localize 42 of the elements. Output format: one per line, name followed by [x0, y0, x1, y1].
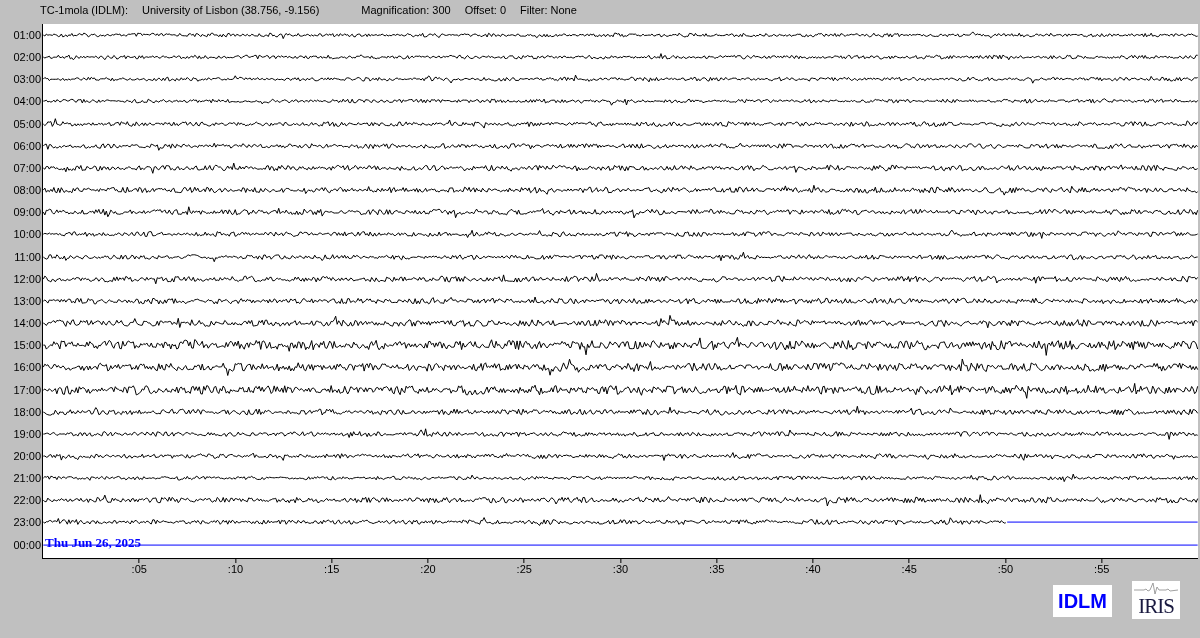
minute-tick-label: :30 [612, 563, 629, 576]
hour-label: 06:00 [12, 138, 42, 154]
filter-label: Filter: None [520, 4, 577, 16]
hour-label: 00:00 [12, 537, 42, 553]
minute-tick-label: :50 [997, 563, 1014, 576]
hour-label: 14:00 [12, 316, 42, 332]
minute-tick-label: :40 [805, 563, 821, 576]
offset-label: Offset: 0 [464, 4, 506, 16]
hour-label: 22:00 [12, 493, 42, 509]
minute-tick-label: :15 [324, 563, 340, 576]
station-location: University of Lisbon (38.756, -9.156) [142, 4, 320, 16]
hour-label: 13:00 [12, 293, 42, 309]
hour-label: 04:00 [12, 94, 42, 110]
hour-label: 02:00 [12, 50, 42, 66]
station-name: TC-1mola (IDLM): [40, 4, 128, 16]
minute-tick-label: :10 [227, 563, 244, 576]
hour-label: 20:00 [12, 448, 42, 464]
minute-tick-label: :25 [516, 563, 532, 576]
hour-label: 08:00 [12, 183, 42, 199]
network-logo: IDLM [1053, 585, 1112, 618]
minute-tick-label: :20 [420, 563, 436, 576]
minute-tick-label: :55 [1094, 563, 1110, 576]
hour-label: 23:00 [12, 515, 42, 531]
minute-tick-label: :45 [901, 563, 917, 576]
hour-label: 19:00 [12, 426, 42, 442]
hour-label: 03:00 [12, 72, 42, 88]
minute-tick-label: :05 [131, 563, 147, 576]
hour-label: 12:00 [12, 271, 42, 287]
hour-label: 10:00 [12, 227, 42, 243]
iris-logo: IRIS [1132, 581, 1180, 620]
hour-label: 16:00 [12, 360, 42, 376]
hour-label: 11:00 [13, 249, 42, 265]
minute-tick-label: :35 [709, 563, 725, 576]
hour-label: 05:00 [12, 116, 42, 132]
magnification-label: Magnification: 300 [361, 4, 451, 16]
hour-label: 09:00 [12, 205, 42, 221]
hour-label: 21:00 [12, 471, 42, 487]
hour-label: 15:00 [12, 338, 42, 354]
hour-label: 17:00 [12, 382, 42, 398]
hour-label: 07:00 [12, 160, 42, 176]
hour-label: 18:00 [12, 404, 42, 420]
hour-label: 01:00 [12, 28, 42, 43]
